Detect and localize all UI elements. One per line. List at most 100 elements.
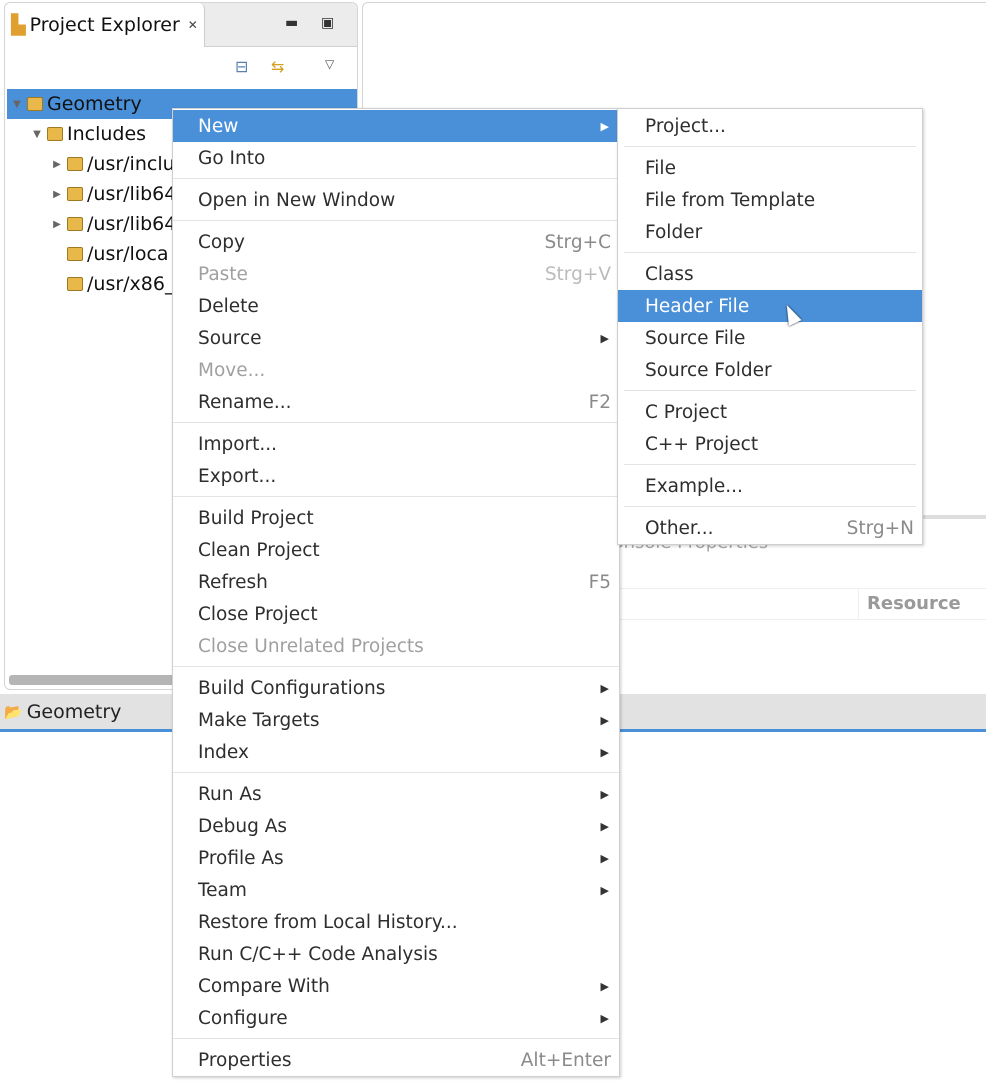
menu-item-copy[interactable]: Copy Strg+C: [173, 226, 619, 258]
menu-item-close-project[interactable]: Close Project: [173, 598, 619, 630]
menu-item-team[interactable]: Team ▶: [173, 874, 619, 906]
menu-item-build-configurations[interactable]: Build Configurations ▶: [173, 672, 619, 704]
menu-item-new[interactable]: New ▶: [173, 110, 619, 142]
submenu-item-class[interactable]: Class: [618, 258, 922, 290]
menu-item-label: Refresh: [198, 571, 268, 593]
link-with-editor-icon[interactable]: ⇆: [271, 57, 284, 76]
menu-item-index[interactable]: Index ▶: [173, 736, 619, 768]
submenu-item-source-file[interactable]: Source File: [618, 322, 922, 354]
menu-item-label: Close Project: [198, 603, 318, 625]
submenu-arrow-icon: ▶: [600, 681, 609, 695]
folder-icon: [67, 247, 83, 261]
tree-item-label: Includes: [67, 123, 147, 145]
menu-item-label: Open in New Window: [198, 189, 396, 211]
menu-item-label: Run As: [198, 783, 262, 805]
tab-label: Project Explorer: [29, 14, 180, 36]
submenu-item-header-file[interactable]: Header File: [618, 290, 922, 322]
submenu-arrow-icon: ▶: [600, 119, 609, 133]
shortcut-label: F5: [588, 571, 611, 593]
collapsed-arrow-icon[interactable]: ▶: [51, 189, 63, 200]
submenu-item-project[interactable]: Project...: [618, 110, 922, 142]
menu-item-refresh[interactable]: Refresh F5: [173, 566, 619, 598]
close-icon[interactable]: ✕: [188, 18, 198, 32]
menu-item-run-c-c-code-analysis[interactable]: Run C/C++ Code Analysis: [173, 938, 619, 970]
collapsed-arrow-icon[interactable]: ▶: [51, 219, 63, 230]
menu-separator: [173, 662, 619, 672]
table-header: Resource: [620, 588, 986, 620]
menu-item-make-targets[interactable]: Make Targets ▶: [173, 704, 619, 736]
menu-item-properties[interactable]: Properties Alt+Enter: [173, 1044, 619, 1076]
submenu-item-folder[interactable]: Folder: [618, 216, 922, 248]
folder-icon: [67, 217, 83, 231]
menu-item-label: Paste: [198, 263, 248, 285]
menu-item-label: Compare With: [198, 975, 330, 997]
menu-item-label: Folder: [645, 221, 703, 243]
submenu-arrow-icon: ▶: [600, 713, 609, 727]
view-menu-icon[interactable]: ▽: [325, 57, 334, 71]
collapse-all-icon[interactable]: ⊟: [235, 57, 248, 76]
submenu-item-file[interactable]: File: [618, 152, 922, 184]
menu-item-open-in-new-window[interactable]: Open in New Window: [173, 184, 619, 216]
menu-item-compare-with[interactable]: Compare With ▶: [173, 970, 619, 1002]
menu-separator: [618, 502, 922, 512]
menu-item-label: Export...: [198, 465, 277, 487]
folder-icon: [67, 187, 83, 201]
tree-item-label: /usr/x86_: [87, 273, 175, 295]
menu-item-source[interactable]: Source ▶: [173, 322, 619, 354]
tree-item-label: /usr/lib64: [87, 213, 177, 235]
tree-item-label: /usr/loca: [87, 243, 169, 265]
menu-item-debug-as[interactable]: Debug As ▶: [173, 810, 619, 842]
menu-item-label: C Project: [645, 401, 728, 423]
menu-separator: [173, 492, 619, 502]
folder-icon: [67, 157, 83, 171]
tree-item-label: /usr/lib64: [87, 183, 177, 205]
menu-item-label: Source Folder: [645, 359, 772, 381]
menu-item-profile-as[interactable]: Profile As ▶: [173, 842, 619, 874]
menu-item-label: Header File: [645, 295, 750, 317]
menu-item-delete[interactable]: Delete: [173, 290, 619, 322]
submenu-item-other[interactable]: Other... Strg+N: [618, 512, 922, 544]
menu-item-label: Build Configurations: [198, 677, 386, 699]
collapsed-arrow-icon[interactable]: ▶: [51, 159, 63, 170]
menu-item-clean-project[interactable]: Clean Project: [173, 534, 619, 566]
menu-separator: [618, 142, 922, 152]
expanded-arrow-icon[interactable]: ▼: [31, 129, 43, 140]
expanded-arrow-icon[interactable]: ▼: [11, 99, 23, 110]
menu-item-label: Copy: [198, 231, 245, 253]
menu-item-go-into[interactable]: Go Into: [173, 142, 619, 174]
menu-separator: [618, 248, 922, 258]
column-resource[interactable]: Resource: [858, 589, 961, 619]
menu-item-run-as[interactable]: Run As ▶: [173, 778, 619, 810]
menu-item-configure[interactable]: Configure ▶: [173, 1002, 619, 1034]
submenu-item-source-folder[interactable]: Source Folder: [618, 354, 922, 386]
minimize-button[interactable]: ▬: [285, 15, 298, 31]
menu-item-build-project[interactable]: Build Project: [173, 502, 619, 534]
menu-separator: [173, 418, 619, 428]
menu-item-label: Restore from Local History...: [198, 911, 458, 933]
submenu-item-file-from-template[interactable]: File from Template: [618, 184, 922, 216]
menu-separator: [618, 460, 922, 470]
menu-separator: [173, 768, 619, 778]
submenu-arrow-icon: ▶: [600, 787, 609, 801]
shortcut-label: Strg+C: [544, 231, 611, 253]
submenu-item-example[interactable]: Example...: [618, 470, 922, 502]
menu-item-label: Delete: [198, 295, 259, 317]
submenu-item-c-project[interactable]: C Project: [618, 396, 922, 428]
menu-item-rename[interactable]: Rename... F2: [173, 386, 619, 418]
submenu-arrow-icon: ▶: [600, 1011, 609, 1025]
menu-item-label: Profile As: [198, 847, 284, 869]
submenu-arrow-icon: ▶: [600, 819, 609, 833]
submenu-arrow-icon: ▶: [600, 851, 609, 865]
status-label: Geometry: [26, 700, 122, 723]
submenu-item-c-project[interactable]: C++ Project: [618, 428, 922, 460]
tab-project-explorer[interactable]: ▙ Project Explorer ✕: [5, 3, 205, 47]
maximize-button[interactable]: ▣: [321, 15, 334, 31]
menu-item-label: Import...: [198, 433, 278, 455]
menu-item-label: Team: [198, 879, 247, 901]
menu-item-restore-from-local-history[interactable]: Restore from Local History...: [173, 906, 619, 938]
submenu-arrow-icon: ▶: [600, 979, 609, 993]
menu-item-import[interactable]: Import...: [173, 428, 619, 460]
menu-item-label: Other...: [645, 517, 714, 539]
menu-item-label: Source File: [645, 327, 746, 349]
menu-item-export[interactable]: Export...: [173, 460, 619, 492]
